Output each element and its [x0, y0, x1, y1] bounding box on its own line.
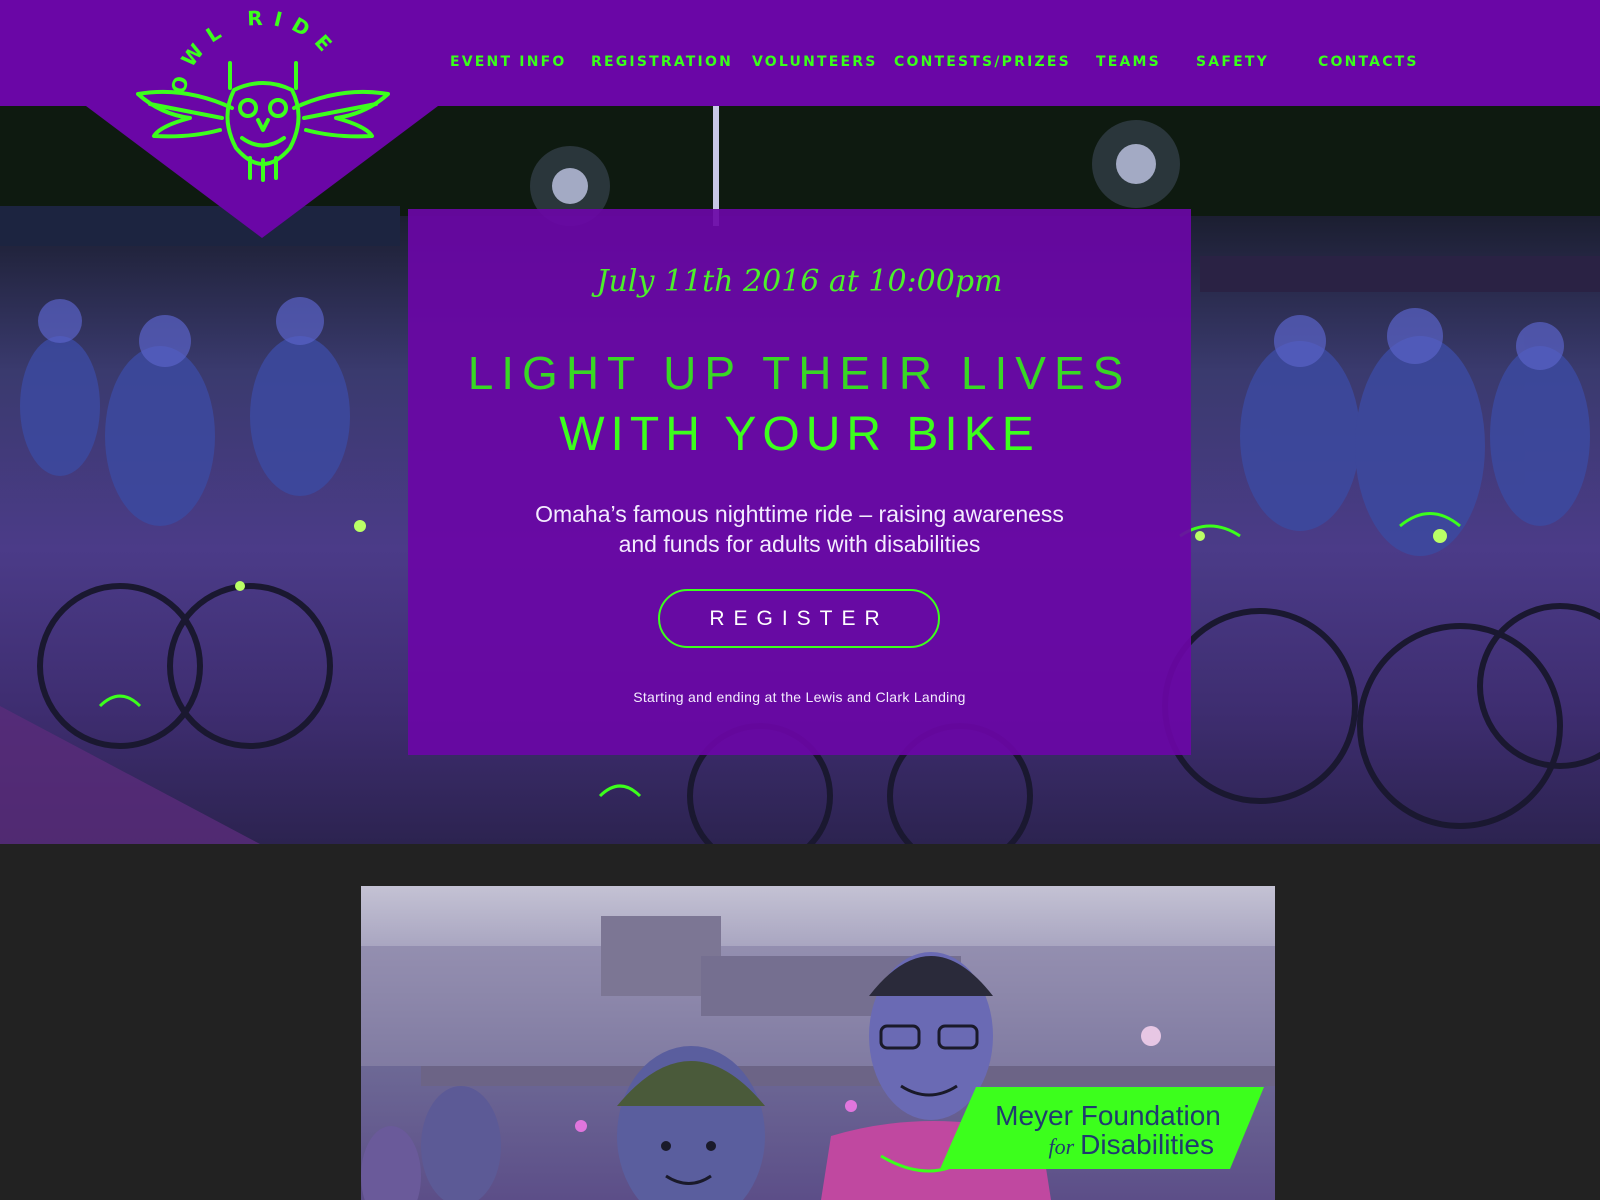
description-line1: Omaha’s famous nighttime ride – raising … — [535, 501, 1064, 527]
nav-item-volunteers[interactable]: VOLUNTEERS — [752, 54, 878, 70]
nav-item-teams[interactable]: TEAMS — [1096, 54, 1161, 70]
owl-logo-icon: OWL RIDE — [136, 6, 390, 182]
badge-disabilities: Disabilities — [1080, 1129, 1214, 1160]
nav-item-registration[interactable]: REGISTRATION — [591, 54, 733, 70]
nav-item-event-info[interactable]: EVENT INFO — [450, 54, 567, 70]
nav-item-contacts[interactable]: CONTACTS — [1318, 54, 1419, 70]
badge-for: for — [1048, 1134, 1075, 1159]
description-line2: and funds for adults with disabilities — [618, 531, 981, 557]
event-date: July 11th 2016 at 10:00pm — [596, 264, 1003, 299]
nav-item-safety[interactable]: SAFETY — [1196, 54, 1269, 70]
owl-ride-logo[interactable]: OWL RIDE — [130, 6, 395, 198]
event-location: Starting and ending at the Lewis and Cla… — [633, 689, 966, 705]
headline-line1: LIGHT UP THEIR LIVES — [467, 347, 1132, 399]
badge-line2: for Disabilities — [988, 1129, 1228, 1161]
hero-panel: July 11th 2016 at 10:00pm LIGHT UP THEIR… — [408, 209, 1191, 755]
meyer-foundation-badge[interactable]: Meyer Foundation for Disabilities — [940, 1087, 1264, 1169]
headline-line2: WITH YOUR BIKE — [559, 408, 1040, 461]
badge-line1: Meyer Foundation — [995, 1100, 1221, 1131]
hero-description: Omaha’s famous nighttime ride – raising … — [408, 499, 1191, 559]
register-button[interactable]: REGISTER — [658, 589, 940, 648]
nav-item-contests-prizes[interactable]: CONTESTS/PRIZES — [894, 54, 1071, 70]
